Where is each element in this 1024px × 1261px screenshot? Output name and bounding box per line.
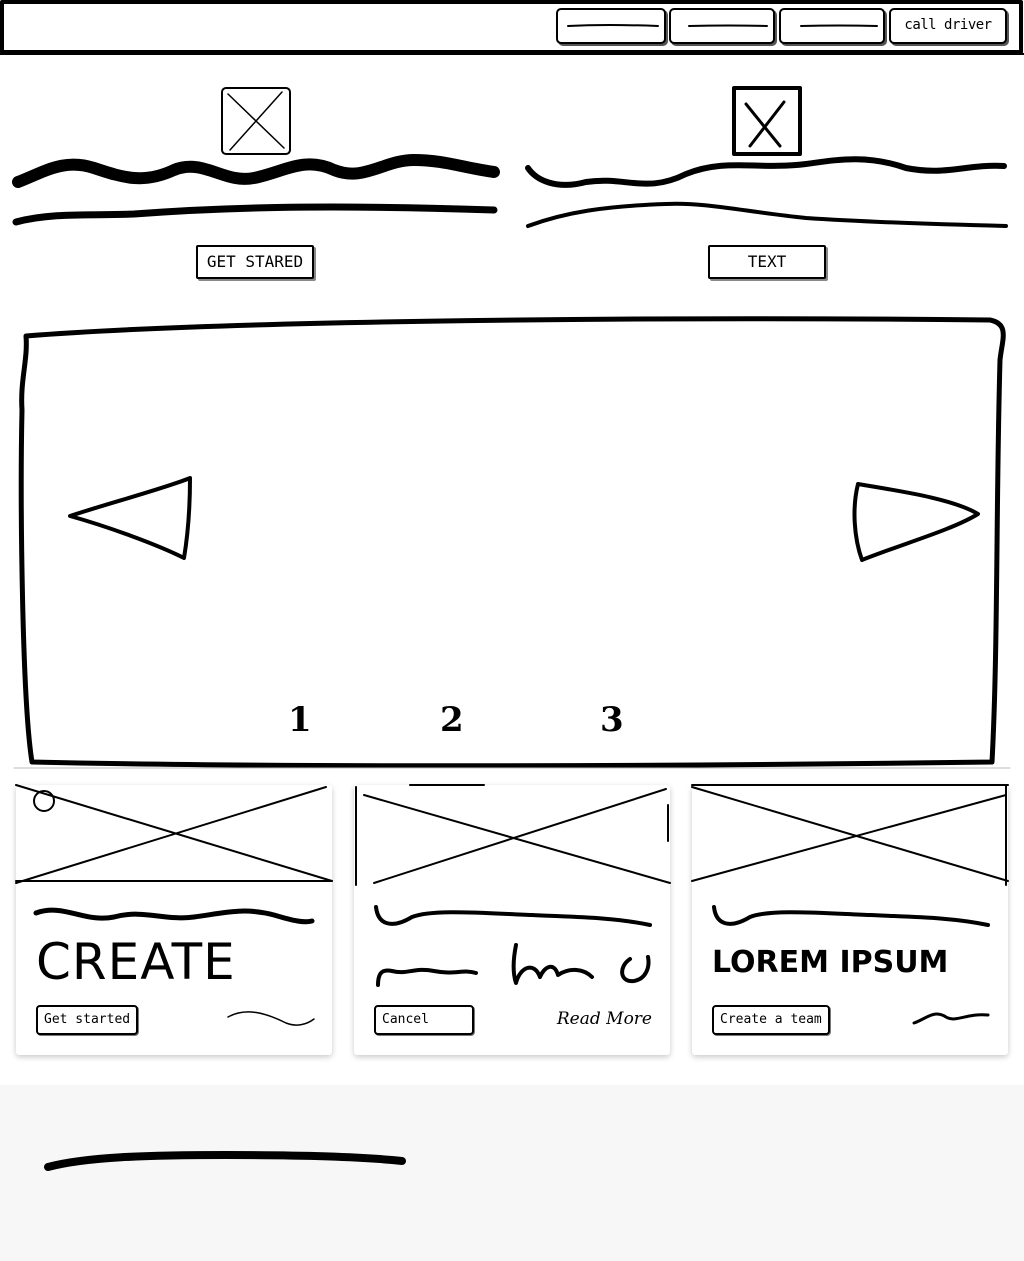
card-lorem-headline: LOREM IPSUM (712, 945, 949, 980)
card-lorem: LOREM IPSUM Create a team (691, 784, 1009, 1055)
call-driver-button[interactable]: call driver (889, 8, 1007, 44)
nav-item-3[interactable] (779, 8, 885, 44)
carousel-page-1[interactable]: 1 (288, 700, 312, 740)
feature-right: TEXT (512, 70, 1024, 290)
image-placeholder-icon (221, 87, 291, 155)
card-middle-headline-scribble (376, 943, 651, 987)
top-navbar: call driver (0, 0, 1024, 56)
carousel-next-icon[interactable] (852, 478, 982, 564)
card-image-placeholder-icon (355, 784, 671, 886)
image-placeholder-icon (732, 86, 802, 156)
carousel: 1 2 3 (0, 300, 1024, 770)
card-create-get-started-button[interactable]: Get started (36, 1005, 139, 1035)
footer-text-scribble (44, 1151, 406, 1171)
carousel-prev-icon[interactable] (66, 474, 198, 570)
get-started-button[interactable]: GET STARED (196, 245, 314, 279)
carousel-page-2[interactable]: 2 (440, 700, 464, 740)
card-lorem-create-team-button[interactable]: Create a team (712, 1005, 830, 1035)
nav-item-3-scribble (800, 24, 878, 27)
feature-left-title-scribble (12, 154, 500, 226)
card-image-placeholder-icon (15, 784, 333, 884)
feature-right-title-scribble (525, 156, 1008, 228)
feature-left: GET STARED (0, 70, 512, 290)
nav-item-2[interactable] (669, 8, 775, 44)
card-create: CREATE Get started (15, 784, 333, 1055)
card-lorem-title-scribble (712, 905, 990, 927)
text-button[interactable]: TEXT (708, 245, 826, 279)
card-create-link-scribble[interactable] (226, 1007, 316, 1031)
card-middle: Cancel Read More (354, 784, 671, 1055)
nav-item-2-scribble (688, 24, 768, 27)
card-create-title-scribble (33, 907, 315, 925)
nav-item-1[interactable] (556, 8, 666, 44)
card-create-headline: CREATE (36, 933, 236, 991)
card-middle-cancel-button[interactable]: Cancel (374, 1005, 474, 1035)
card-middle-read-more-link[interactable]: Read More (557, 1009, 652, 1029)
call-driver-label: call driver (904, 17, 992, 33)
nav-item-1-scribble (567, 24, 659, 27)
card-image-placeholder-icon (691, 784, 1009, 886)
carousel-page-3[interactable]: 3 (600, 700, 624, 740)
footer (0, 1085, 1024, 1261)
card-middle-title-scribble (374, 905, 652, 927)
card-lorem-link-scribble[interactable] (912, 1007, 990, 1027)
